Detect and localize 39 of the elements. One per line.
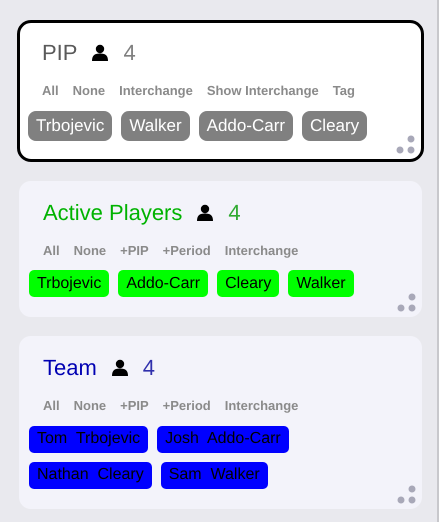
resize-grip-icon[interactable]: [395, 132, 417, 154]
action-link[interactable]: +PIP: [120, 240, 149, 260]
player-chip[interactable]: Trbojevic: [28, 110, 112, 140]
action-link[interactable]: Interchange: [224, 396, 298, 416]
action-link[interactable]: +Period: [162, 396, 211, 416]
player-count: 4: [123, 39, 136, 67]
action-link[interactable]: +PIP: [120, 396, 149, 416]
player-count: 4: [142, 354, 156, 382]
player-chip[interactable]: Walker: [288, 270, 354, 297]
action-link[interactable]: None: [72, 81, 106, 100]
player-chip[interactable]: Sam Walker: [160, 462, 268, 488]
action-link[interactable]: Interchange: [224, 240, 298, 260]
action-link[interactable]: Show Interchange: [206, 81, 319, 100]
action-link[interactable]: All: [43, 396, 60, 416]
player-chip[interactable]: Tom Trbojevic: [29, 426, 148, 452]
player-chip[interactable]: Addo-Carr: [198, 110, 294, 140]
player-chip[interactable]: Addo-Carr: [118, 270, 208, 297]
action-link[interactable]: +Period: [162, 240, 211, 260]
resize-grip-icon[interactable]: [396, 482, 418, 504]
player-count: 4: [228, 198, 241, 226]
person-icon: [196, 204, 214, 222]
panel-title: Active Players: [43, 198, 182, 226]
player-chip[interactable]: Cleary: [302, 110, 368, 140]
panel-title: Team: [43, 354, 97, 382]
action-link[interactable]: Tag: [332, 81, 355, 100]
player-chip[interactable]: Josh Addo-Carr: [157, 426, 289, 452]
action-link[interactable]: All: [43, 240, 60, 260]
action-link[interactable]: None: [74, 396, 106, 416]
player-chip[interactable]: Trbojevic: [29, 270, 110, 297]
action-link[interactable]: Interchange: [119, 81, 193, 100]
player-chip[interactable]: Nathan Cleary: [29, 462, 152, 488]
action-link[interactable]: All: [42, 81, 59, 100]
player-chip[interactable]: Cleary: [217, 270, 280, 297]
action-link[interactable]: None: [74, 240, 106, 260]
person-icon: [110, 359, 129, 377]
panel-title: PIP: [42, 39, 78, 67]
player-chip[interactable]: Walker: [121, 110, 190, 140]
person-icon: [91, 44, 110, 62]
resize-grip-icon[interactable]: [396, 291, 418, 313]
